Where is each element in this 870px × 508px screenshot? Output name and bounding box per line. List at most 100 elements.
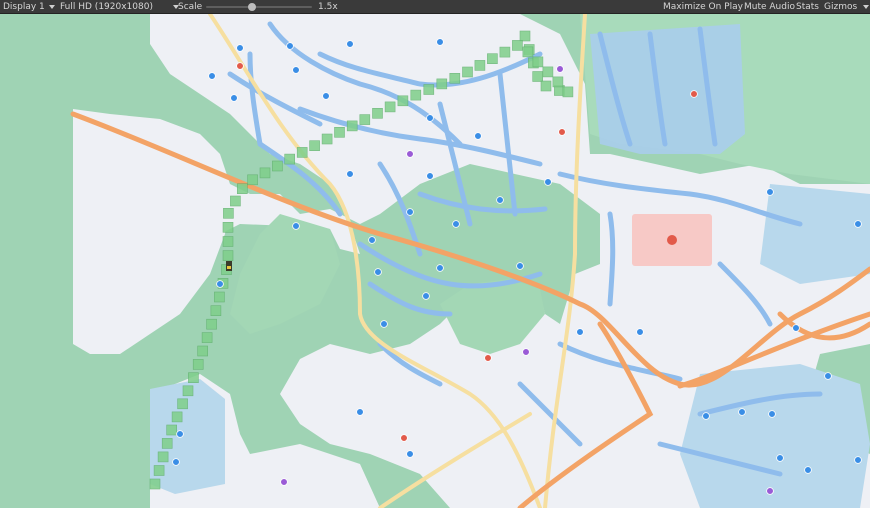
mute-audio-toggle[interactable]: Mute Audio — [744, 0, 795, 14]
path-tile — [201, 332, 213, 343]
poi-blue-icon — [422, 292, 430, 300]
poi-blue-icon — [322, 92, 330, 100]
scale-slider-thumb[interactable] — [247, 3, 256, 11]
poi-blue-icon — [854, 456, 862, 464]
poi-blue-icon — [346, 40, 354, 48]
poi-blue-icon — [768, 410, 776, 418]
path-tile — [436, 78, 448, 90]
poi-blue-icon — [702, 412, 710, 420]
path-tile — [321, 133, 333, 145]
poi-purple-icon — [766, 487, 774, 495]
poi-blue-icon — [776, 454, 784, 462]
poi-blue-icon — [292, 222, 300, 230]
water-southeast — [680, 364, 870, 508]
poi-blue-icon — [346, 170, 354, 178]
poi-blue-icon — [436, 38, 444, 46]
poi-red-icon — [484, 354, 492, 362]
poi-blue-icon — [516, 262, 524, 270]
chevron-down-icon — [48, 4, 55, 9]
path-tile — [532, 56, 544, 68]
path-tile — [532, 71, 544, 82]
poi-blue-icon — [426, 172, 434, 180]
path-tile — [522, 46, 534, 58]
path-tile — [552, 76, 564, 88]
poi-red-icon — [690, 90, 698, 98]
scale-slider[interactable] — [206, 6, 312, 8]
path-tile — [210, 305, 222, 317]
poi-blue-icon — [176, 430, 184, 438]
water-east-right — [760, 184, 870, 284]
path-tile — [223, 208, 234, 219]
path-tile — [272, 160, 283, 172]
path-tile — [237, 183, 248, 194]
path-tile — [149, 478, 161, 490]
poi-blue-icon — [738, 408, 746, 416]
resolution-dropdown[interactable]: Full HD (1920x1080) — [60, 0, 179, 14]
poi-blue-icon — [496, 196, 504, 204]
path-tile — [230, 195, 241, 207]
path-tile — [499, 46, 511, 58]
path-tile — [161, 438, 173, 449]
poi-blue-icon — [216, 280, 224, 288]
poi-blue-icon — [356, 408, 364, 416]
display-label: Display 1 — [3, 2, 45, 12]
poi-blue-icon — [286, 42, 294, 50]
poi-purple-icon — [556, 65, 564, 73]
poi-blue-icon — [374, 268, 382, 276]
poi-blue-icon — [292, 66, 300, 74]
poi-blue-icon — [824, 372, 832, 380]
poi-blue-icon — [544, 178, 552, 186]
poi-blue-icon — [452, 220, 460, 228]
path-tile — [397, 95, 409, 107]
canal-13 — [607, 211, 616, 307]
path-tile — [259, 167, 271, 179]
maximize-on-play-toggle[interactable]: Maximize On Play — [663, 0, 743, 14]
display-dropdown[interactable]: Display 1 — [3, 0, 55, 14]
path-tile — [462, 66, 473, 78]
poi-blue-icon — [236, 44, 244, 52]
path-tile — [384, 101, 396, 113]
path-tile — [309, 140, 320, 151]
path-tile — [423, 84, 435, 95]
poi-blue-icon — [436, 264, 444, 272]
water-southwest — [150, 379, 225, 494]
poi-blue-icon — [766, 188, 774, 196]
path-tile — [166, 424, 177, 436]
path-tile — [214, 291, 225, 303]
poi-purple-icon — [522, 348, 530, 356]
path-tile — [474, 60, 486, 71]
path-tile — [157, 451, 169, 463]
poi-blue-icon — [854, 220, 862, 228]
path-tile — [296, 147, 308, 158]
game-view-viewport[interactable] — [0, 14, 870, 508]
poi-blue-icon — [230, 94, 238, 102]
resolution-label: Full HD (1920x1080) — [60, 2, 153, 12]
poi-blue-icon — [208, 72, 216, 80]
path-tile — [177, 398, 188, 410]
hospital-icon — [667, 235, 677, 245]
path-tile — [519, 30, 531, 42]
path-tile — [284, 153, 296, 165]
poi-blue-icon — [172, 458, 180, 466]
poi-blue-icon — [636, 328, 644, 336]
gizmos-label: Gizmos — [824, 2, 858, 12]
gizmos-dropdown[interactable]: Gizmos — [824, 0, 870, 14]
poi-blue-icon — [792, 324, 800, 332]
poi-blue-icon — [576, 328, 584, 336]
path-tile — [222, 236, 234, 247]
path-tile — [192, 359, 204, 370]
path-tile — [182, 385, 194, 397]
poi-blue-icon — [406, 208, 414, 216]
map-canvas — [0, 14, 870, 508]
poi-blue-icon — [474, 132, 482, 140]
path-tile — [372, 108, 383, 119]
stats-toggle[interactable]: Stats — [796, 0, 819, 14]
poi-red-icon — [558, 128, 566, 136]
path-tile — [206, 318, 217, 330]
path-tile — [562, 86, 574, 98]
path-tile — [222, 222, 234, 233]
path-tile — [449, 72, 461, 84]
path-tile — [512, 40, 523, 51]
poi-purple-icon — [280, 478, 288, 486]
path-tile — [222, 250, 234, 261]
